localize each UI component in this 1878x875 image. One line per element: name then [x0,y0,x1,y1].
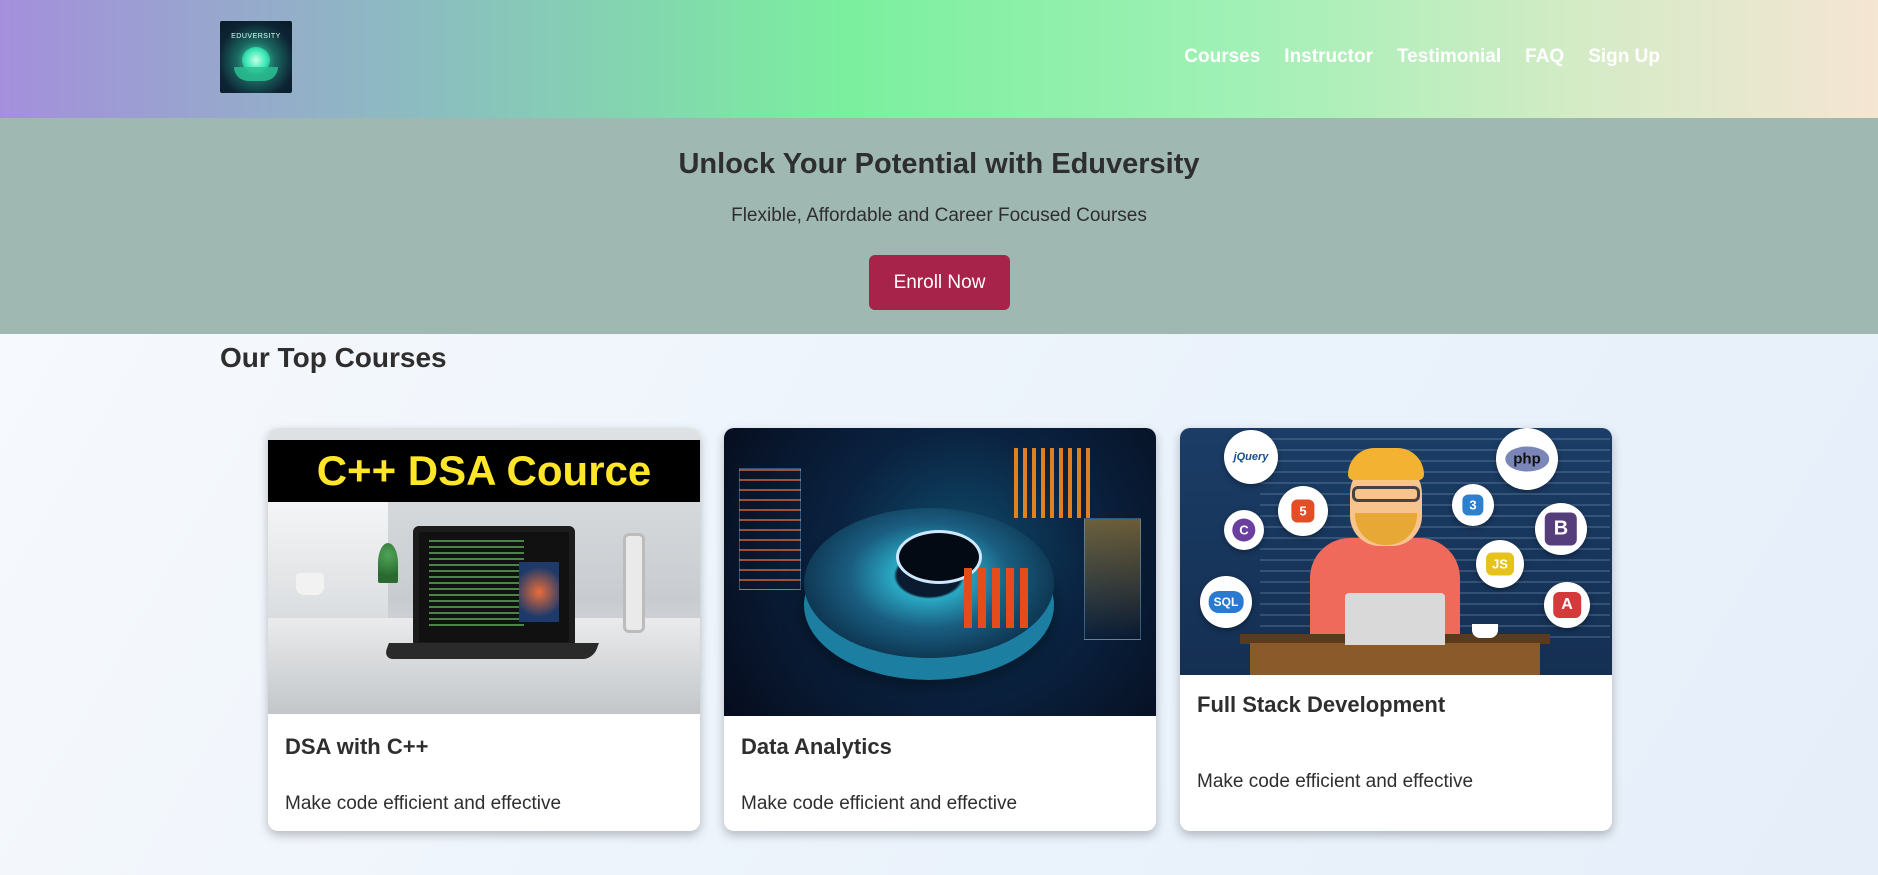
sql-icon: SQL [1200,576,1252,628]
bootstrap-icon: B [1535,503,1587,555]
power-strip-graphic [623,533,645,633]
laptop-graphic [1345,593,1445,645]
course-card-data-analytics[interactable]: Data Analytics Make code efficient and e… [724,428,1156,831]
hero-section: Unlock Your Potential with Eduversity Fl… [0,118,1878,334]
logo-hands-graphic [234,67,278,81]
bar-cluster-graphic [964,568,1034,628]
bar-chart-graphic [1014,448,1094,518]
top-header: EDUVERSITY Courses Instructor Testimonia… [0,0,1878,118]
csharp-icon: C [1224,510,1264,550]
course-image-full-stack: jQuery php 5 3 C B JS SQL A [1180,428,1612,675]
code-lines-graphic [429,540,524,630]
cup-graphic [1472,624,1498,638]
course-card-dsa-cpp[interactable]: C++ DSA Cource DSA with C++ Make code ef… [268,428,700,831]
nav-link-testimonial[interactable]: Testimonial [1397,46,1501,68]
dashboard-panel-graphic [739,468,801,590]
window-graphic [268,502,388,632]
laptop-screen-graphic [413,526,575,648]
css3-icon: 3 [1452,484,1494,526]
brand-logo[interactable]: EDUVERSITY [220,21,292,93]
hero-subtitle: Flexible, Affordable and Career Focused … [731,205,1147,226]
section-title: Our Top Courses [220,342,447,373]
main-nav: Courses Instructor Testimonial FAQ Sign … [1184,46,1660,68]
course-description: Make code efficient and effective [1197,771,1474,792]
nav-link-instructor[interactable]: Instructor [1284,46,1373,68]
nav-link-faq[interactable]: FAQ [1525,46,1564,68]
course-image-dsa-cpp: C++ DSA Cource [268,428,700,714]
desk-graphic [1250,643,1540,675]
jquery-icon: jQuery [1224,430,1278,484]
html5-icon: 5 [1278,486,1328,536]
plant-graphic [378,543,398,583]
nav-link-sign-up[interactable]: Sign Up [1588,46,1660,68]
course-title: DSA with C++ [285,734,429,759]
logo-text: EDUVERSITY [231,33,281,40]
developer-glasses-graphic [1352,486,1420,502]
nav-link-courses[interactable]: Courses [1184,46,1260,68]
course-description: Make code efficient and effective [285,793,562,814]
developer-hair-graphic [1348,448,1424,480]
enroll-now-button[interactable]: Enroll Now [869,255,1010,310]
javascript-icon: JS [1476,540,1524,588]
course-image-data-analytics [724,428,1156,716]
course-title: Data Analytics [741,734,892,759]
screen-art-graphic [519,562,559,622]
laptop-keyboard-graphic [383,643,599,659]
hero-title: Unlock Your Potential with Eduversity [678,148,1200,180]
angular-icon: A [1544,582,1590,628]
course-card-full-stack[interactable]: jQuery php 5 3 C B JS SQL A Full Stack D… [1180,428,1612,831]
php-icon: php [1496,428,1558,490]
dashboard-panel-graphic [1084,518,1141,640]
course-title: Full Stack Development [1197,692,1446,717]
image-banner-text: C++ DSA Cource [268,440,700,502]
course-description: Make code efficient and effective [741,793,1018,814]
mug-graphic [296,573,324,595]
